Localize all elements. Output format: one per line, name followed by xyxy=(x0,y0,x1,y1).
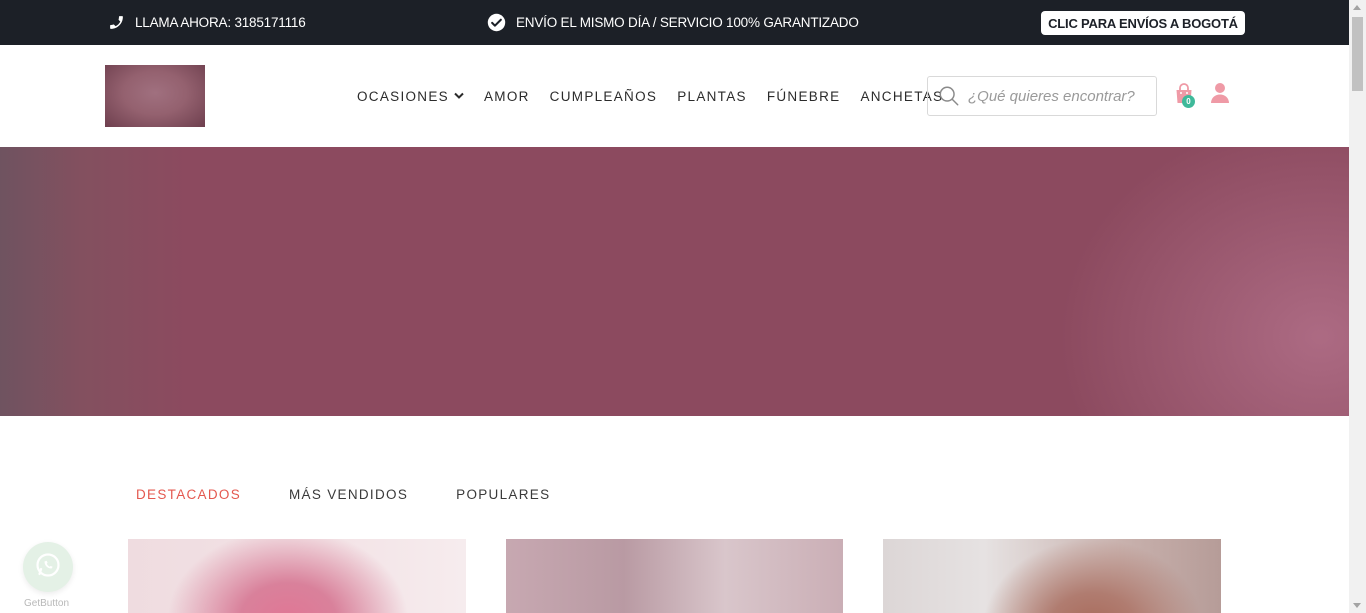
nav-item-amor[interactable]: AMOR xyxy=(484,89,530,104)
phone-text: LLAMA AHORA: 3185171116 xyxy=(135,15,306,30)
user-icon xyxy=(1210,83,1230,108)
bogota-delivery-button[interactable]: CLIC PARA ENVÍOS A BOGOTÁ xyxy=(1041,11,1245,35)
scrollbar-thumb[interactable] xyxy=(1352,17,1363,91)
nav-item-ocasiones[interactable]: OCASIONES xyxy=(357,89,464,104)
tab-mas-vendidos[interactable]: MÁS VENDIDOS xyxy=(289,487,408,502)
nav-item-label: AMOR xyxy=(483,88,530,104)
chevron-down-icon xyxy=(454,92,464,100)
tab-destacados[interactable]: DESTACADOS xyxy=(136,487,241,502)
nav-item-label: OCASIONES xyxy=(357,88,449,104)
call-now[interactable]: LLAMA AHORA: 3185171116 xyxy=(108,0,306,45)
account-button[interactable] xyxy=(1210,82,1232,106)
nav-item-plantas[interactable]: PLANTAS xyxy=(677,89,747,104)
product-image[interactable] xyxy=(128,539,466,613)
scroll-up-arrow-icon[interactable] xyxy=(1353,5,1361,10)
nav-item-label: FÚNEBRE xyxy=(766,88,841,104)
tab-populares[interactable]: POPULARES xyxy=(456,487,550,502)
site-header: OCASIONES AMOR CUMPLEAÑOS PLANTAS FÚNEBR… xyxy=(0,45,1349,147)
product-image[interactable] xyxy=(883,539,1221,613)
product-image[interactable] xyxy=(506,539,843,613)
whatsapp-label: GetButton xyxy=(24,598,70,609)
product-tabs: DESTACADOS MÁS VENDIDOS POPULARES xyxy=(136,487,598,502)
nav-item-label: CUMPLEAÑOS xyxy=(549,88,658,104)
nav-item-label: PLANTAS xyxy=(677,88,747,104)
top-bar: LLAMA AHORA: 3185171116 ENVÍO EL MISMO D… xyxy=(0,0,1349,45)
cart-button[interactable]: 0 xyxy=(1174,83,1198,109)
search-icon[interactable] xyxy=(938,85,960,107)
main-nav: OCASIONES AMOR CUMPLEAÑOS PLANTAS FÚNEBR… xyxy=(357,45,963,147)
check-circle-icon xyxy=(487,13,506,32)
page-scrollbar[interactable] xyxy=(1349,0,1366,613)
promo-text: ENVÍO EL MISMO DÍA / SERVICIO 100% GARAN… xyxy=(516,15,859,30)
phone-icon xyxy=(108,14,125,31)
whatsapp-icon xyxy=(34,551,62,584)
page: LLAMA AHORA: 3185171116 ENVÍO EL MISMO D… xyxy=(0,0,1366,613)
hero-banner[interactable] xyxy=(0,147,1349,416)
search-input[interactable] xyxy=(968,87,1148,105)
search-box xyxy=(927,76,1157,116)
nav-item-funebre[interactable]: FÚNEBRE xyxy=(767,89,841,104)
whatsapp-button[interactable] xyxy=(23,542,73,592)
nav-item-cumpleanos[interactable]: CUMPLEAÑOS xyxy=(550,89,658,104)
delivery-promo: ENVÍO EL MISMO DÍA / SERVICIO 100% GARAN… xyxy=(487,0,859,45)
site-logo[interactable] xyxy=(105,65,205,127)
cart-count-badge: 0 xyxy=(1182,95,1195,108)
scroll-down-arrow-icon[interactable] xyxy=(1353,603,1361,608)
